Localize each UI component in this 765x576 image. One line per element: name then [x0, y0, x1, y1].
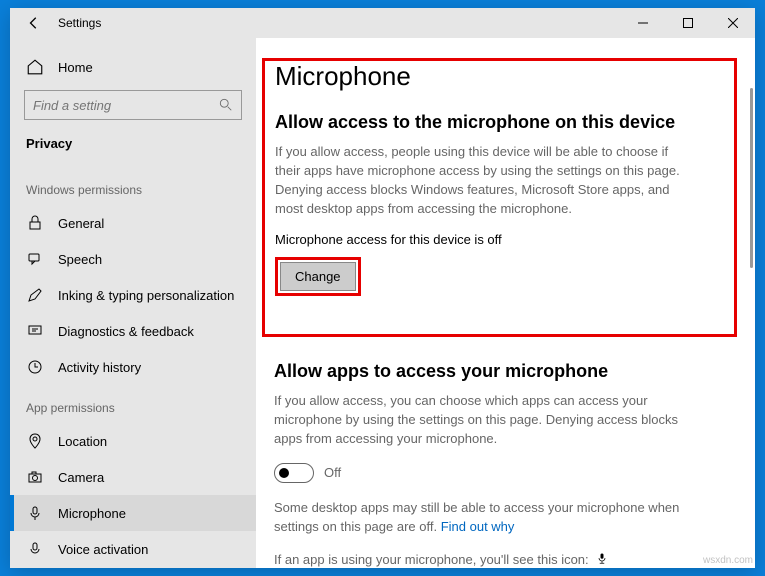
sidebar-item-label: Location [58, 434, 107, 449]
sidebar-item-label: Microphone [58, 506, 126, 521]
watermark: wsxdn.com [703, 555, 753, 566]
toggle-label: Off [324, 465, 341, 480]
pen-icon [26, 287, 44, 303]
sidebar-item-voice-activation[interactable]: Voice activation [10, 531, 256, 567]
change-button[interactable]: Change [280, 262, 356, 291]
app-access-toggle[interactable] [274, 463, 314, 483]
sidebar-item-inking[interactable]: Inking & typing personalization [10, 277, 256, 313]
highlight-annotation: Microphone Allow access to the microphon… [262, 58, 737, 337]
search-input[interactable] [33, 98, 219, 113]
minimize-button[interactable] [620, 8, 665, 38]
voice-icon [26, 541, 44, 557]
category-label: Privacy [10, 130, 256, 167]
sidebar-item-general[interactable]: General [10, 205, 256, 241]
lock-icon [26, 215, 44, 231]
home-icon [26, 58, 44, 76]
section-header-app-permissions: App permissions [10, 385, 256, 423]
sidebar-item-label: Activity history [58, 360, 141, 375]
back-button[interactable] [14, 8, 54, 38]
page-title: Microphone [275, 61, 724, 92]
desktop-apps-note: Some desktop apps may still be able to a… [274, 499, 694, 537]
maximize-button[interactable] [665, 8, 710, 38]
section-title-app-access: Allow apps to access your microphone [274, 361, 725, 382]
sidebar-item-label: General [58, 216, 104, 231]
content-area: Microphone Allow access to the microphon… [256, 38, 755, 568]
sidebar-item-label: Camera [58, 470, 104, 485]
sidebar-item-microphone[interactable]: Microphone [10, 495, 256, 531]
history-icon [26, 359, 44, 375]
sidebar-item-label: Voice activation [58, 542, 148, 557]
button-highlight-annotation: Change [275, 257, 361, 296]
sidebar-item-label: Inking & typing personalization [58, 288, 234, 303]
search-icon [219, 98, 233, 112]
scrollbar[interactable] [750, 88, 753, 268]
section-title-device-access: Allow access to the microphone on this d… [275, 112, 724, 133]
mic-in-use-note: If an app is using your microphone, you'… [274, 551, 694, 568]
sidebar-item-diagnostics[interactable]: Diagnostics & feedback [10, 313, 256, 349]
find-out-why-link[interactable]: Find out why [441, 519, 515, 534]
close-button[interactable] [710, 8, 755, 38]
speech-icon [26, 251, 44, 267]
settings-window: Settings Home Privacy Windows permission… [10, 8, 755, 568]
home-button[interactable]: Home [10, 50, 256, 84]
sidebar-item-activity-history[interactable]: Activity history [10, 349, 256, 385]
device-access-status: Microphone access for this device is off [275, 232, 724, 247]
sidebar-item-location[interactable]: Location [10, 423, 256, 459]
window-title: Settings [58, 16, 101, 30]
sidebar-item-label: Speech [58, 252, 102, 267]
sidebar-item-camera[interactable]: Camera [10, 459, 256, 495]
camera-icon [26, 469, 44, 485]
section-desc: If you allow access, people using this d… [275, 143, 695, 218]
section-desc: If you allow access, you can choose whic… [274, 392, 694, 449]
titlebar: Settings [10, 8, 755, 38]
sidebar: Home Privacy Windows permissions General… [10, 38, 256, 568]
home-label: Home [58, 60, 93, 75]
sidebar-item-speech[interactable]: Speech [10, 241, 256, 277]
feedback-icon [26, 323, 44, 339]
section-header-windows-permissions: Windows permissions [10, 167, 256, 205]
microphone-icon [26, 505, 44, 521]
microphone-indicator-icon [596, 551, 608, 568]
search-box[interactable] [24, 90, 242, 120]
sidebar-item-label: Diagnostics & feedback [58, 324, 194, 339]
location-icon [26, 433, 44, 449]
